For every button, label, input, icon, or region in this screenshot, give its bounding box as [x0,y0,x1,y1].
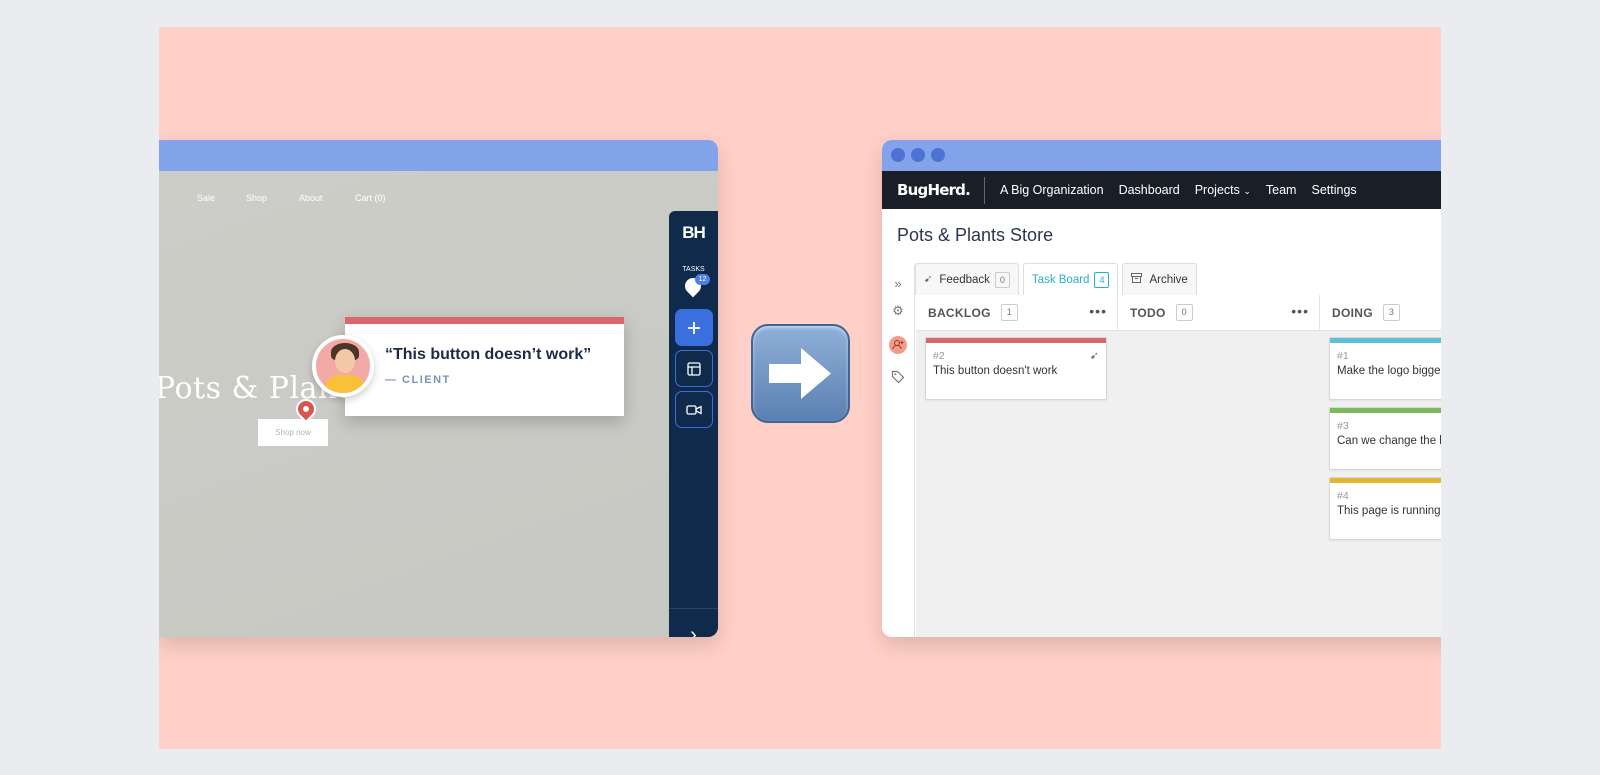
website-canvas: Sale Shop About Cart (0) Pots & Plants S… [159,171,718,637]
window-maximize-dot[interactable] [931,148,945,162]
tab-task-board[interactable]: Task Board 4 [1022,263,1119,295]
tab-task-board-count: 4 [1094,271,1110,288]
shop-now-button[interactable]: Shop now [258,419,328,446]
nav-dashboard[interactable]: Dashboard [1119,183,1180,197]
window-minimize-dot[interactable] [911,148,925,162]
task-board: BACKLOG 1 ••• TODO 0 ••• DOING 3 #2 This… [916,295,1441,637]
archive-box-icon [1131,273,1143,286]
gear-icon[interactable]: ⚙ [889,302,907,320]
card-color-stripe [1330,338,1441,343]
top-nav: BugHerd. A Big Organization Dashboard Pr… [882,171,1441,209]
right-arrow-icon [751,324,850,423]
task-card[interactable]: #1 Make the logo bigge [1329,337,1441,400]
tab-archive[interactable]: Archive [1122,263,1197,295]
chevron-down-icon: ⌄ [1243,186,1251,196]
video-camera-icon [686,404,702,415]
video-record-button[interactable] [675,391,713,428]
comment-quote: “This button doesn’t work” [385,346,592,363]
column-backlog-count: 1 [1000,304,1018,321]
bugherd-app-window: BugHerd. A Big Organization Dashboard Pr… [882,140,1441,637]
card-title: This button doesn't work [933,365,1058,377]
project-title: Pots & Plants Store [897,225,1054,245]
nav-sale-link[interactable]: Sale [197,193,215,203]
tab-task-board-label: Task Board [1031,273,1090,286]
more-options-icon[interactable]: ••• [1291,303,1309,319]
card-color-stripe [1330,478,1441,483]
client-avatar [312,335,374,397]
app-titlebar [882,140,1441,171]
nav-cart-link[interactable]: Cart (0) [355,193,386,203]
card-color-stripe [926,338,1106,343]
tab-bar: ➹ Feedback 0 Task Board 4 Archive [915,263,1197,295]
website-window: Sale Shop About Cart (0) Pots & Plants S… [159,140,718,637]
bugherd-brand[interactable]: BugHerd. [897,176,986,204]
double-chevron-icon[interactable]: » [889,275,907,293]
add-user-icon[interactable] [889,336,907,354]
arrow-glyph [769,348,831,399]
task-card[interactable]: #2 This button doesn't work ➹ [925,337,1107,400]
tab-feedback[interactable]: ➹ Feedback 0 [915,263,1019,295]
task-card[interactable]: #4 This page is running [1329,477,1441,540]
card-number: #3 [1337,420,1349,432]
layout-button[interactable] [675,350,713,387]
tab-archive-label: Archive [1149,273,1188,286]
nav-team[interactable]: Team [1266,183,1297,197]
comment-card: “This button doesn’t work” — CLIENT [345,317,624,416]
bugherd-logo: BH [682,223,706,242]
column-doing-title: DOING [1332,305,1373,320]
column-todo-title: TODO [1130,305,1166,320]
cursor-icon: ➹ [924,274,933,285]
add-task-button[interactable] [675,309,713,346]
more-options-icon[interactable]: ••• [1089,303,1107,319]
comment-author: — CLIENT [385,374,451,386]
card-title: Make the logo bigge [1337,365,1441,377]
plus-icon [688,321,700,334]
stage: Sale Shop About Cart (0) Pots & Plants S… [159,27,1441,749]
column-doing-header: DOING 3 [1320,295,1441,331]
tab-feedback-count: 0 [994,271,1010,288]
card-title: This page is running [1337,505,1441,517]
column-doing-count: 3 [1382,304,1400,321]
tag-icon[interactable] [889,370,907,388]
nav-shop-link[interactable]: Shop [246,193,267,203]
card-number: #2 [933,350,945,362]
bugherd-sidebar: BH TASKS 12 › [669,211,718,637]
column-backlog-header: BACKLOG 1 ••• [916,295,1118,331]
window-close-dot[interactable] [891,148,905,162]
tasks-label: TASKS [682,266,705,273]
nav-about-link[interactable]: About [299,193,323,203]
tasks-count-badge: 12 [695,274,710,285]
cursor-icon: ➹ [1089,350,1099,362]
left-rail: » ⚙ [882,265,915,637]
column-backlog-title: BACKLOG [928,305,991,320]
task-card[interactable]: #3 Can we change the h [1329,407,1441,470]
column-todo-header: TODO 0 ••• [1118,295,1320,331]
nav-projects[interactable]: Projects ⌄ [1195,183,1251,197]
card-title: Can we change the h [1337,435,1441,447]
card-color-stripe [1330,408,1441,413]
tab-feedback-label: Feedback [939,273,990,286]
nav-organization[interactable]: A Big Organization [1000,183,1104,197]
column-todo-count: 0 [1175,304,1193,321]
browser-titlebar [159,140,718,171]
card-number: #1 [1337,350,1349,362]
layout-icon [687,361,701,376]
card-number: #4 [1337,490,1349,502]
expand-chevron-icon[interactable]: › [669,624,718,637]
nav-projects-label: Projects [1194,183,1240,197]
nav-settings[interactable]: Settings [1311,183,1356,197]
